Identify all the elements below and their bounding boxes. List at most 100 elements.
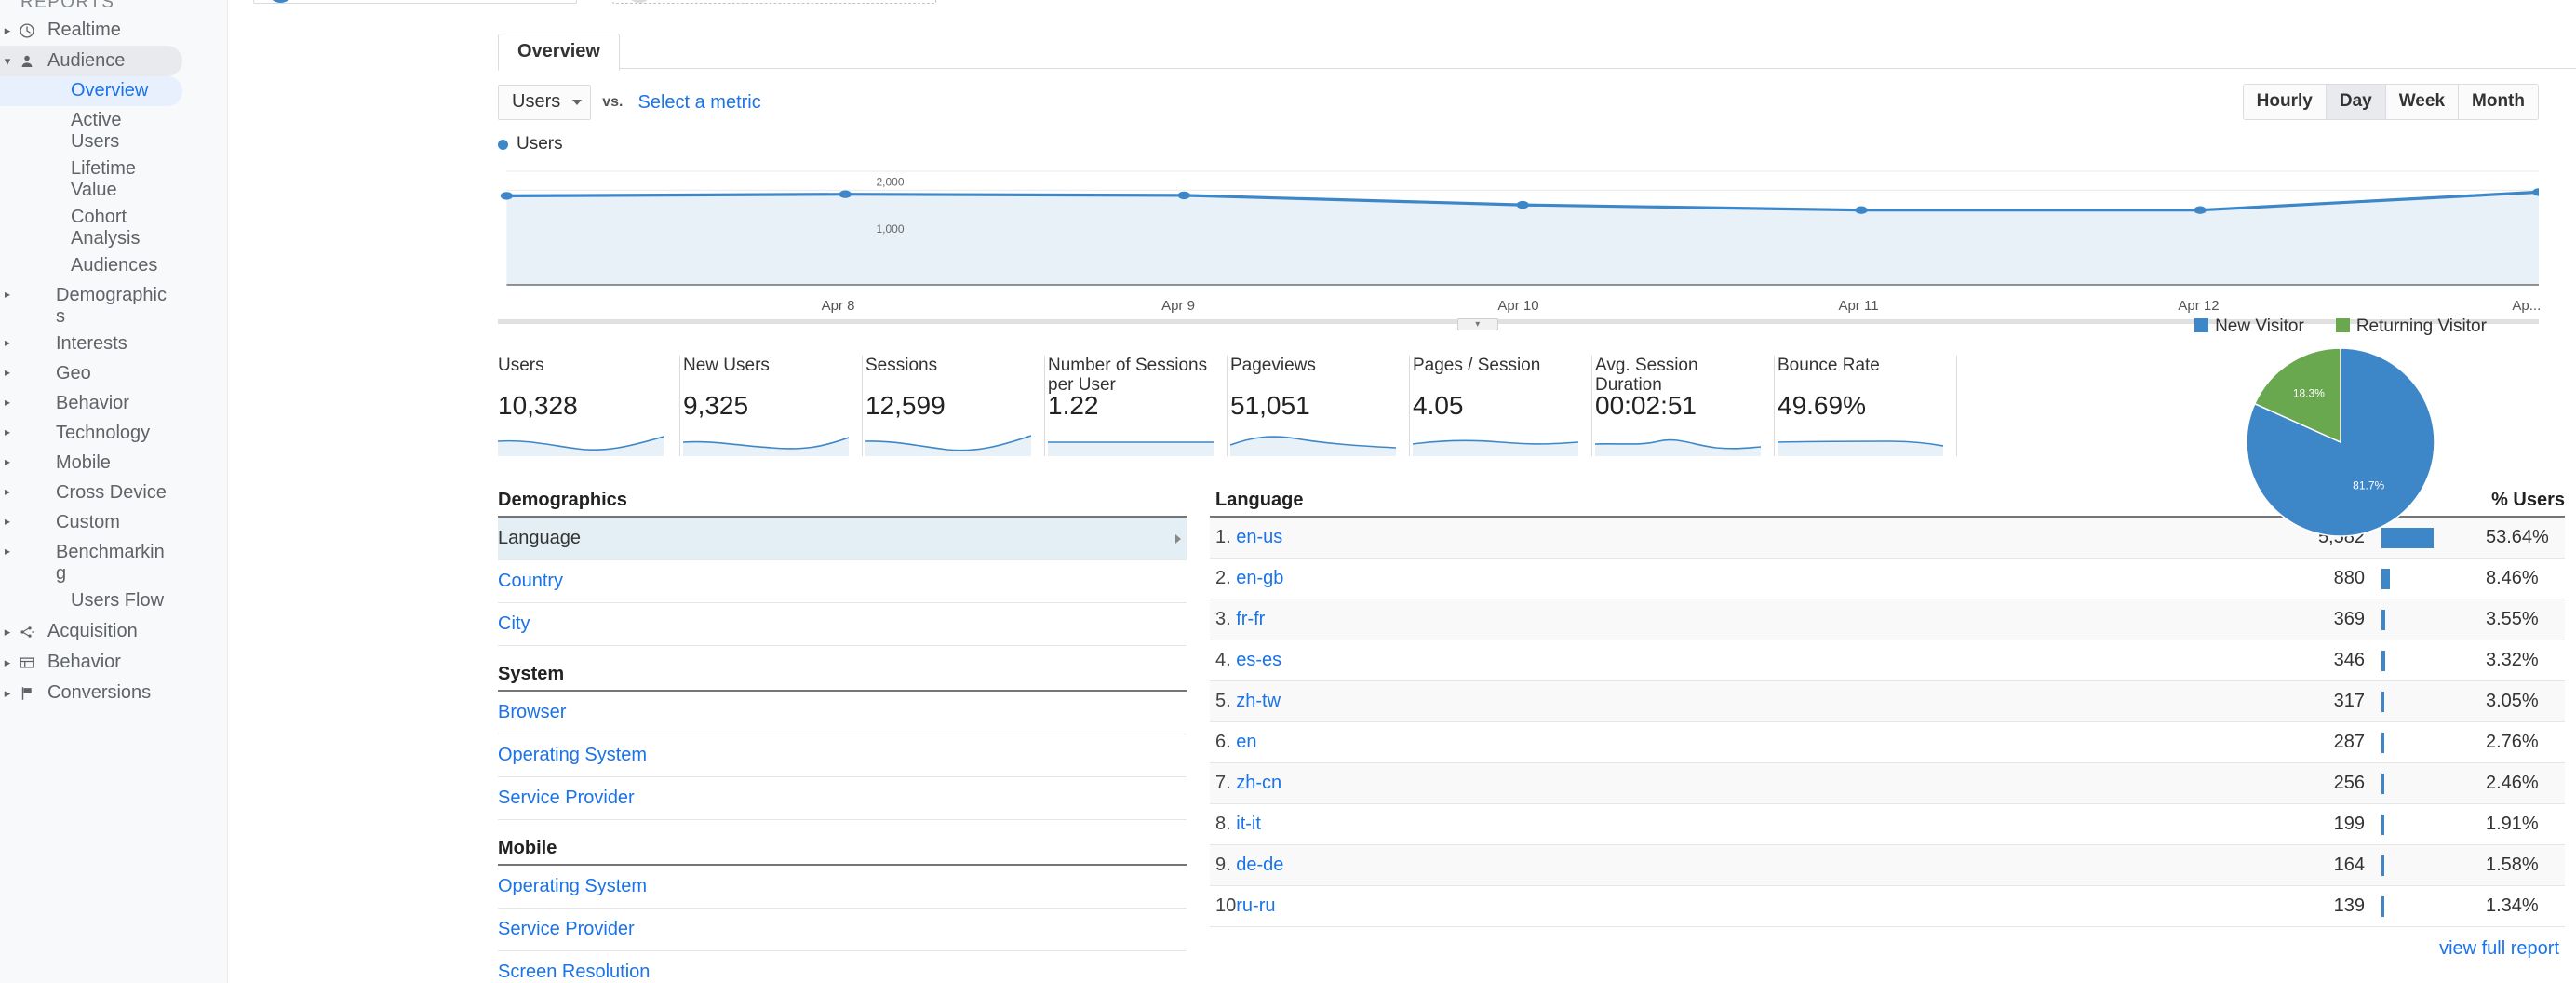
sidebar-item-interests[interactable]: ▸ Interests	[0, 330, 227, 359]
row-pct-cell: 1.58%	[2365, 844, 2565, 886]
sidebar-item-mobile[interactable]: ▸ Mobile	[0, 449, 227, 478]
row-rank: 10	[1210, 885, 1237, 927]
dimension-row-screen-resolution[interactable]: Screen Resolution	[498, 951, 1187, 983]
metric-card-bounce-rate[interactable]: Bounce Rate 49.69%	[1775, 356, 1957, 456]
row-users-value: 139	[2262, 885, 2365, 927]
dimension-row-browser[interactable]: Browser	[498, 692, 1187, 734]
granularity-month[interactable]: Month	[2459, 85, 2538, 119]
dimension-row-operating-system[interactable]: Operating System	[498, 866, 1187, 909]
pct-bar-track	[2381, 732, 2475, 753]
segment-all-users[interactable]: 100.00% Users	[253, 0, 577, 4]
pct-bar-fill	[2381, 773, 2384, 794]
legend-swatch-icon	[2194, 318, 2209, 332]
acquisition-icon	[15, 624, 39, 640]
view-full-report-link[interactable]: view full report	[1210, 927, 2565, 960]
sidebar-item-active-users[interactable]: Active Users	[0, 106, 227, 155]
granularity-week[interactable]: Week	[2385, 85, 2460, 119]
sidebar-item-behavior[interactable]: ▸ Behavior	[0, 389, 227, 419]
sidebar-item-behavior[interactable]: ▸ Behavior	[0, 647, 227, 678]
sidebar-item-benchmarking[interactable]: ▸ Benchmarking	[0, 538, 227, 586]
sidebar-item-overview[interactable]: Overview	[0, 76, 182, 106]
chevron-right-icon: ▸	[4, 485, 11, 498]
pct-bar-fill	[2381, 855, 2384, 876]
tab-overview[interactable]: Overview	[498, 34, 620, 71]
sidebar-item-geo[interactable]: ▸ Geo	[0, 359, 227, 389]
new-vs-returning-pie-panel: New Visitor Returning Visitor 81.7% 18.3%	[2137, 316, 2544, 538]
select-a-metric-link[interactable]: Select a metric	[637, 92, 760, 114]
pct-bar-group: 2.46%	[2381, 773, 2565, 794]
row-language-link[interactable]: en	[1236, 721, 2262, 763]
sidebar-item-realtime[interactable]: ▸ Realtime	[0, 15, 227, 46]
dimension-row-country[interactable]: Country	[498, 560, 1187, 603]
row-language-link[interactable]: it-it	[1236, 803, 2262, 845]
x-axis-tick-label: Apr 11	[1838, 298, 1879, 314]
row-language-link[interactable]: de-de	[1236, 844, 2262, 886]
metric-sparkline	[498, 436, 664, 456]
sidebar-item-cohort-analysis[interactable]: Cohort Analysis	[0, 203, 227, 251]
row-language-link[interactable]: ru-ru	[1236, 885, 2262, 927]
sidebar-item-demographics[interactable]: ▸ Demographics	[0, 281, 227, 330]
pct-bar-track	[2381, 814, 2475, 835]
language-table-body: 1. en-us 5,582 53.64% 2. en-gb 880 8.46% 3. fr-fr…	[1210, 517, 2565, 927]
chart-zoom-handle[interactable]: ▾	[1456, 318, 1498, 330]
table-row[interactable]: 3. fr-fr 369 3.55%	[1210, 599, 2565, 640]
chevron-down-icon: ▾	[4, 54, 11, 68]
table-row[interactable]: 10 ru-ru 139 1.34%	[1210, 885, 2565, 927]
granularity-hourly[interactable]: Hourly	[2243, 85, 2327, 119]
metric-card-number-of-sessions-per-user[interactable]: Number of Sessions per User 1.22	[1045, 356, 1228, 456]
table-row[interactable]: 5. zh-tw 317 3.05%	[1210, 680, 2565, 722]
flag-icon	[15, 685, 39, 702]
metric-value: 4.05	[1413, 391, 1464, 420]
sidebar-item-cross-device[interactable]: ▸ Cross Device	[0, 478, 227, 508]
metric-card-pageviews[interactable]: Pageviews 51,051	[1228, 356, 1410, 456]
dimension-row-city[interactable]: City	[498, 603, 1187, 646]
col-header-language[interactable]: Language	[1210, 486, 2262, 518]
table-row[interactable]: 6. en 287 2.76%	[1210, 721, 2565, 763]
metric-card-avg-session-duration[interactable]: Avg. Session Duration 00:02:51	[1592, 356, 1775, 456]
metric-card-new-users[interactable]: New Users 9,325	[680, 356, 863, 456]
sidebar-item-acquisition[interactable]: ▸ Acquisition	[0, 616, 227, 647]
granularity-day[interactable]: Day	[2326, 85, 2386, 119]
table-row[interactable]: 2. en-gb 880 8.46%	[1210, 558, 2565, 599]
pct-bar-group: 3.55%	[2381, 609, 2565, 630]
row-language-link[interactable]: zh-tw	[1236, 680, 2262, 722]
pie-legend: New Visitor Returning Visitor	[2137, 316, 2544, 337]
row-language-link[interactable]: es-es	[1236, 640, 2262, 681]
table-row[interactable]: 8. it-it 199 1.91%	[1210, 803, 2565, 845]
sidebar-item-audiences[interactable]: Audiences	[0, 251, 227, 281]
row-language-link[interactable]: fr-fr	[1236, 599, 2262, 640]
metric-sparkline	[1230, 436, 1396, 456]
sidebar-item-users-flow[interactable]: Users Flow	[0, 586, 227, 616]
line-chart-ylabels: 2,000 1,000	[877, 175, 905, 236]
row-language-link[interactable]: en-us	[1236, 517, 2262, 559]
row-pct-cell: 3.55%	[2365, 599, 2565, 640]
table-row[interactable]: 7. zh-cn 256 2.46%	[1210, 762, 2565, 804]
row-users-value: 287	[2262, 721, 2365, 763]
table-row[interactable]: 4. es-es 346 3.32%	[1210, 640, 2565, 681]
pie-chart-svg[interactable]: 81.7% 18.3%	[2245, 346, 2436, 538]
dimension-row-operating-system[interactable]: Operating System	[498, 734, 1187, 777]
add-segment-button[interactable]	[612, 0, 936, 4]
table-row[interactable]: 9. de-de 164 1.58%	[1210, 844, 2565, 886]
row-pct-value: 3.55%	[2486, 609, 2539, 629]
pct-bar-fill	[2381, 895, 2384, 917]
sidebar-item-conversions[interactable]: ▸ Conversions	[0, 678, 227, 708]
chevron-right-icon: ▸	[4, 515, 11, 528]
sidebar-item-technology[interactable]: ▸ Technology	[0, 419, 227, 449]
sidebar-item-audience[interactable]: ▾ Audience	[0, 46, 182, 76]
row-language-link[interactable]: zh-cn	[1236, 762, 2262, 804]
users-line-chart[interactable]: 2,000 1,000	[498, 160, 2539, 298]
dimension-row-service-provider[interactable]: Service Provider	[498, 909, 1187, 951]
metric-card-pages-session[interactable]: Pages / Session 4.05	[1410, 356, 1592, 456]
chevron-right-icon: ▸	[4, 686, 11, 700]
sidebar-item-lifetime-value[interactable]: Lifetime Value	[0, 155, 227, 203]
metric-card-sessions[interactable]: Sessions 12,599	[863, 356, 1045, 456]
pct-bar-track	[2381, 568, 2475, 589]
dimension-row-language[interactable]: Language	[498, 518, 1187, 560]
metric-select-dropdown[interactable]: Users	[498, 85, 592, 120]
sidebar-item-label: Audiences	[71, 255, 158, 276]
sidebar-item-custom[interactable]: ▸ Custom	[0, 508, 227, 538]
metric-card-users[interactable]: Users 10,328	[498, 356, 680, 456]
row-language-link[interactable]: en-gb	[1236, 558, 2262, 599]
dimension-row-service-provider[interactable]: Service Provider	[498, 777, 1187, 820]
